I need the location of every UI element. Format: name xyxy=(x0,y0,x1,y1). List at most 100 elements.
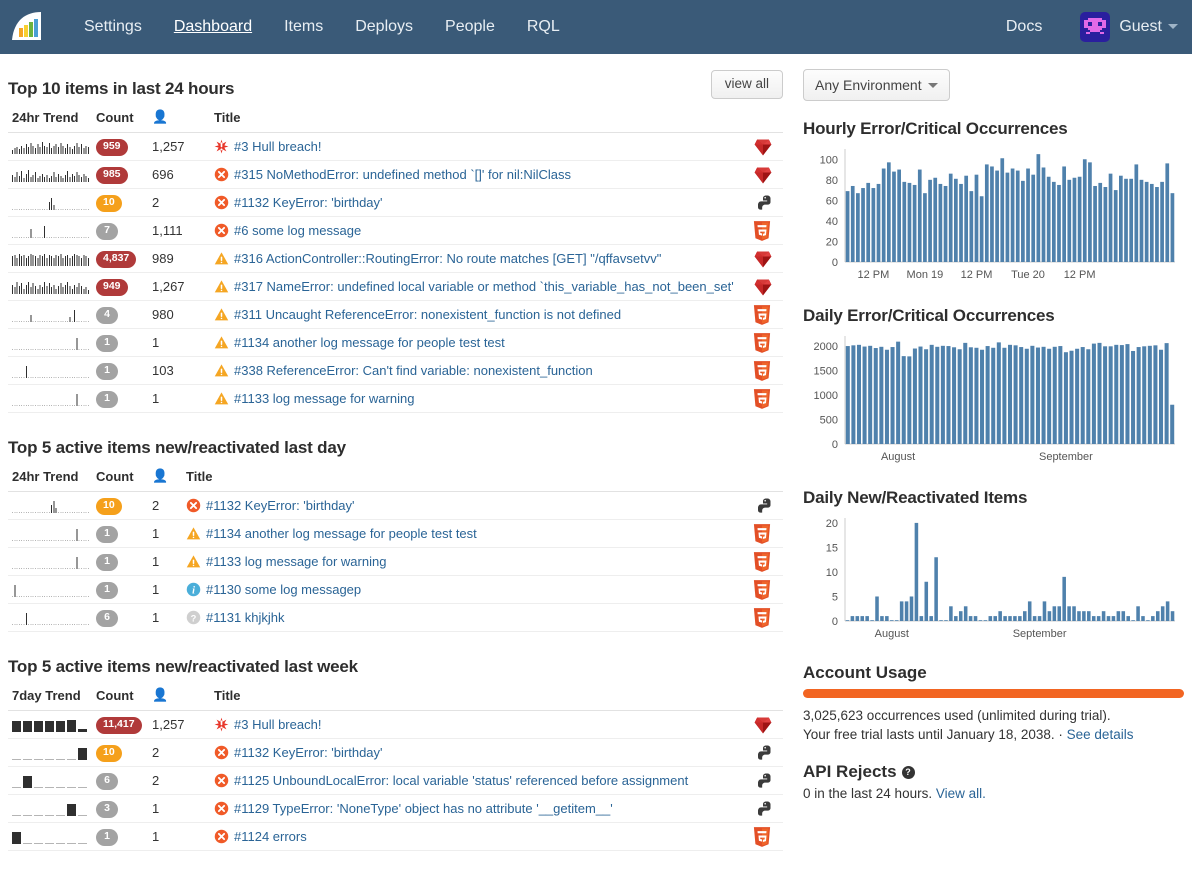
count-badge: 10 xyxy=(96,745,122,762)
table-row[interactable]: 9491,267#317 NameError: undefined local … xyxy=(8,273,783,301)
trend-sparkline xyxy=(8,273,92,301)
table-row[interactable]: 102#1132 KeyError: 'birthday' xyxy=(8,189,783,217)
table-row[interactable]: 62#1125 UnboundLocalError: local variabl… xyxy=(8,767,783,795)
nav-link-people[interactable]: People xyxy=(429,0,511,54)
rollbar-logo-icon[interactable] xyxy=(8,10,46,44)
level-warning-icon xyxy=(214,391,229,406)
platform-html5-icon xyxy=(749,357,783,385)
table-row[interactable]: 4980#311 Uncaught ReferenceError: nonexi… xyxy=(8,301,783,329)
item-title-cell: ?#1131 khjkjhk xyxy=(182,604,749,632)
table-row[interactable]: 11i#1130 some log messagep xyxy=(8,576,783,604)
table-row[interactable]: 4,837989#316 ActionController::RoutingEr… xyxy=(8,245,783,273)
item-title-link[interactable]: #1133 log message for warning xyxy=(206,554,386,569)
table-row[interactable]: 11,4171,257#3 Hull breach! xyxy=(8,711,783,739)
table-header-row: 7day Trend Count 👤 Title xyxy=(8,681,783,711)
view-all-button[interactable]: view all xyxy=(711,70,783,99)
item-title-link[interactable]: #311 Uncaught ReferenceError: nonexisten… xyxy=(234,307,621,322)
platform-html5-icon xyxy=(749,823,783,851)
item-title-link[interactable]: #317 NameError: undefined local variable… xyxy=(234,279,734,294)
level-error-icon xyxy=(214,801,229,816)
trend-sparkline xyxy=(8,548,92,576)
table-row[interactable]: 11#1133 log message for warning xyxy=(8,385,783,413)
item-title-link[interactable]: #1132 KeyError: 'birthday' xyxy=(234,745,383,760)
count-cell: 4 xyxy=(92,301,148,329)
item-title-link[interactable]: #315 NoMethodError: undefined method `[]… xyxy=(234,167,571,182)
column-header-people: 👤 xyxy=(148,103,210,133)
item-title-link[interactable]: #1129 TypeError: 'NoneType' object has n… xyxy=(234,801,613,816)
count-cell: 1 xyxy=(92,548,148,576)
people-count-cell: 2 xyxy=(148,189,210,217)
level-error-icon xyxy=(214,773,229,788)
nav-user-menu[interactable]: Guest xyxy=(1119,0,1178,54)
nav-link-dashboard[interactable]: Dashboard xyxy=(158,0,268,54)
account-usage-title: Account Usage xyxy=(803,663,1184,683)
item-title-link[interactable]: #1132 KeyError: 'birthday' xyxy=(234,195,383,210)
item-title-link[interactable]: #6 some log message xyxy=(234,223,361,238)
nav-right-group: Docs xyxy=(990,0,1178,54)
table-row[interactable]: 11#1134 another log message for people t… xyxy=(8,329,783,357)
count-cell: 1 xyxy=(92,329,148,357)
table-row[interactable]: 985696#315 NoMethodError: undefined meth… xyxy=(8,161,783,189)
environment-filter-dropdown[interactable]: Any Environment xyxy=(803,69,950,101)
trend-sparkline xyxy=(8,767,92,795)
svg-text:August: August xyxy=(875,628,909,640)
nav-link-rql[interactable]: RQL xyxy=(511,0,576,54)
api-rejects-view-all-link[interactable]: View all. xyxy=(936,786,986,801)
item-title-link[interactable]: #338 ReferenceError: Can't find variable… xyxy=(234,363,593,378)
level-critical-icon xyxy=(214,717,229,732)
chevron-down-icon xyxy=(928,83,938,88)
space-invader-avatar-icon[interactable] xyxy=(1080,12,1110,42)
table-row[interactable]: 1103#338 ReferenceError: Can't find vari… xyxy=(8,357,783,385)
item-title-link[interactable]: #1134 another log message for people tes… xyxy=(234,335,505,350)
top10-header: Top 10 items in last 24 hours view all xyxy=(8,69,783,99)
table-row[interactable]: 102#1132 KeyError: 'birthday' xyxy=(8,492,783,520)
table-row[interactable]: 9591,257#3 Hull breach! xyxy=(8,133,783,161)
svg-text:12 PM: 12 PM xyxy=(858,269,890,281)
table-row[interactable]: 102#1132 KeyError: 'birthday' xyxy=(8,739,783,767)
question-mark-icon[interactable]: ? xyxy=(902,766,915,779)
column-header-platform xyxy=(749,681,783,711)
nav-link-items[interactable]: Items xyxy=(268,0,339,54)
people-count-cell: 1 xyxy=(148,548,182,576)
platform-python-icon xyxy=(749,739,783,767)
item-title-link[interactable]: #1132 KeyError: 'birthday' xyxy=(206,498,355,513)
item-title-cell: #3 Hull breach! xyxy=(210,133,749,161)
item-title-link[interactable]: #1125 UnboundLocalError: local variable … xyxy=(234,773,688,788)
item-title-link[interactable]: #1131 khjkjhk xyxy=(206,610,285,625)
nav-link-deploys[interactable]: Deploys xyxy=(339,0,429,54)
table-row[interactable]: 31#1129 TypeError: 'NoneType' object has… xyxy=(8,795,783,823)
top5day-title: Top 5 active items new/reactivated last … xyxy=(8,438,346,458)
svg-text:12 PM: 12 PM xyxy=(961,269,993,281)
count-badge: 1 xyxy=(96,391,118,408)
item-title-link[interactable]: #316 ActionController::RoutingError: No … xyxy=(234,251,661,266)
table-row[interactable]: 61?#1131 khjkjhk xyxy=(8,604,783,632)
api-rejects-status: 0 in the last 24 hours. View all. xyxy=(803,786,1184,801)
item-title-link[interactable]: #1124 errors xyxy=(234,829,307,844)
item-title-link[interactable]: #3 Hull breach! xyxy=(234,717,321,732)
table-row[interactable]: 11 #1133 log message for warning xyxy=(8,548,783,576)
table-row[interactable]: 11#1124 errors xyxy=(8,823,783,851)
right-sidebar: Any Environment Hourly Error/Critical Oc… xyxy=(795,54,1192,851)
item-title-link[interactable]: #1134 another log message for people tes… xyxy=(206,526,477,541)
svg-text:1500: 1500 xyxy=(814,365,838,377)
daily-new-reactivated-chart: 05101520AugustSeptember xyxy=(803,512,1184,647)
nav-link-settings[interactable]: Settings xyxy=(68,0,158,54)
count-cell: 1 xyxy=(92,385,148,413)
table-row[interactable]: 71,111#6 some log message xyxy=(8,217,783,245)
column-header-count: Count xyxy=(92,462,148,492)
item-title-link[interactable]: #1133 log message for warning xyxy=(234,391,414,406)
item-title-cell: #1124 errors xyxy=(210,823,749,851)
account-usage-trial: Your free trial lasts until January 18, … xyxy=(803,725,1184,744)
level-warning-icon xyxy=(214,307,229,322)
item-title-link[interactable]: #1130 some log messagep xyxy=(206,582,361,597)
table-row[interactable]: 11#1134 another log message for people t… xyxy=(8,520,783,548)
column-header-trend: 7day Trend xyxy=(8,681,92,711)
nav-link-docs[interactable]: Docs xyxy=(990,0,1058,54)
item-title-link[interactable]: #3 Hull breach! xyxy=(234,139,321,154)
item-title-cell: i#1130 some log messagep xyxy=(182,576,749,604)
count-cell: 985 xyxy=(92,161,148,189)
platform-python-icon xyxy=(749,189,783,217)
see-details-link[interactable]: See details xyxy=(1067,727,1134,742)
trend-sparkline xyxy=(8,189,92,217)
people-count-cell: 1,257 xyxy=(148,133,210,161)
